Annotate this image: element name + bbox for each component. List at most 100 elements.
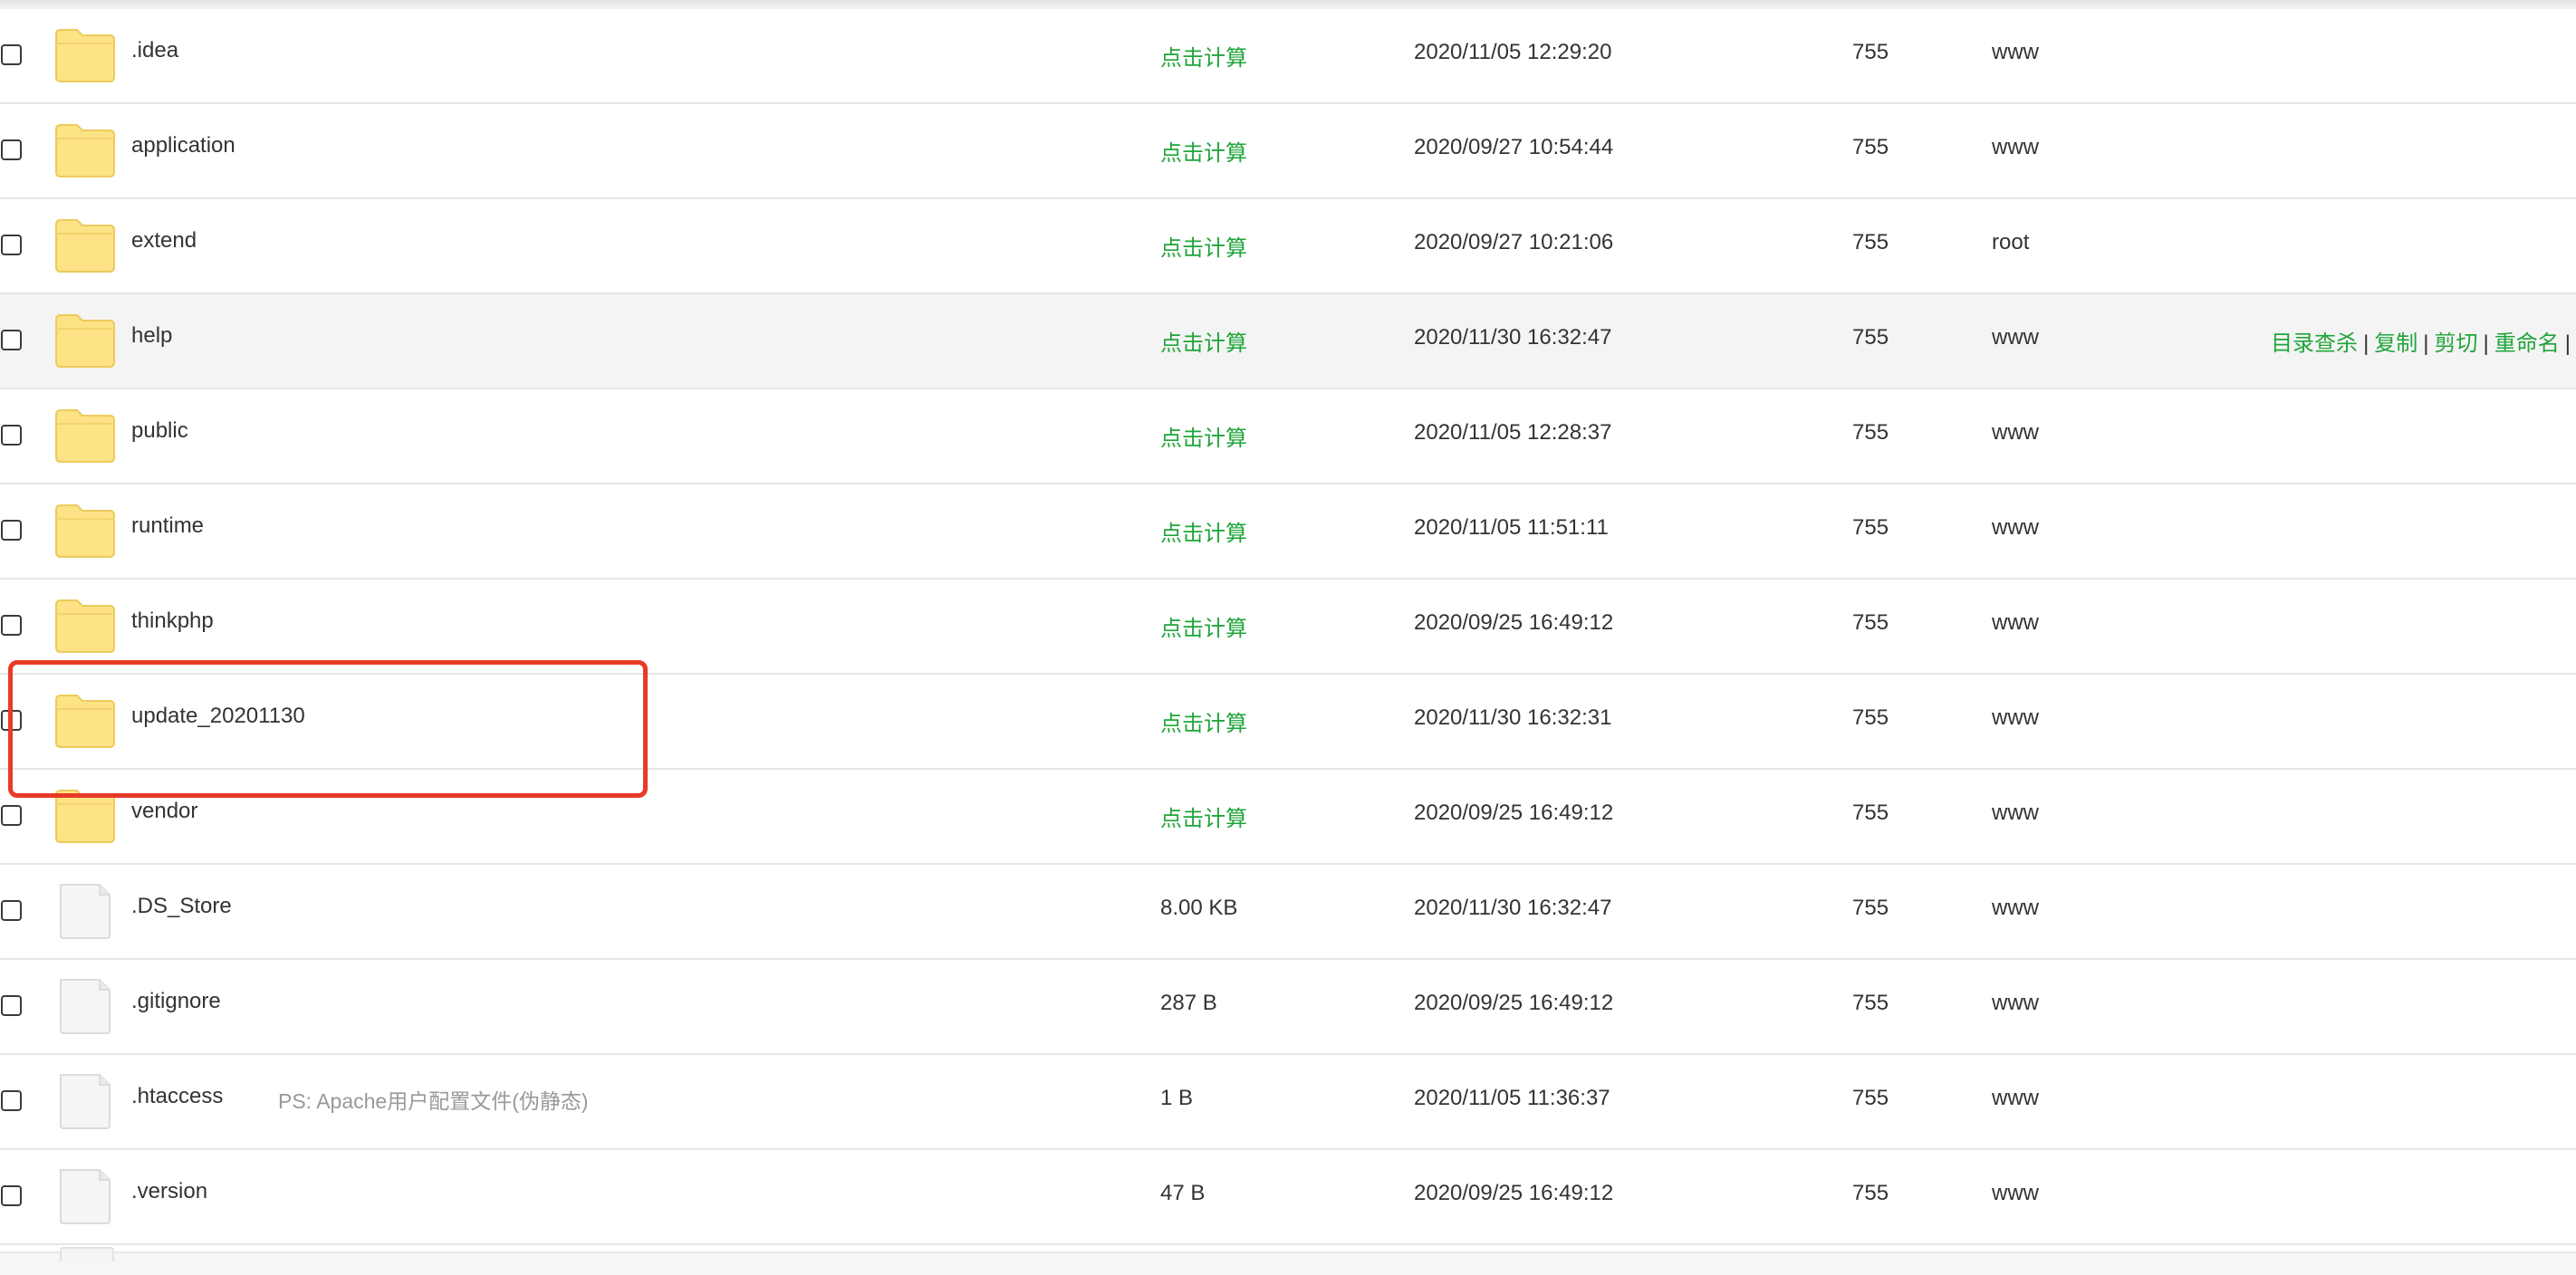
file-name[interactable]: update_20201130 [131, 704, 305, 729]
action-separator: | [2483, 331, 2489, 356]
permission: 755 [1852, 40, 1889, 64]
file-name[interactable]: runtime [131, 513, 204, 539]
row-checkbox[interactable] [1, 805, 22, 826]
file-row-htaccess[interactable]: .htaccess PS: Apache用户配置文件(伪静态) 1 B 2020/11… [0, 1055, 2576, 1150]
modified-time: 2020/11/05 11:36:37 [1414, 1086, 1610, 1110]
file-size: 47 B [1160, 1181, 1206, 1205]
file-size: 287 B [1160, 991, 1217, 1015]
file-row-ds-store[interactable]: .DS_Store 8.00 KB 2020/11/30 16:32:47 755 ww… [0, 865, 2576, 960]
row-actions: 目录查杀 | 复制 | 剪切 | 重命名 | [2271, 325, 2576, 357]
action-link[interactable]: 剪切 [2435, 331, 2478, 356]
calculate-size-link[interactable]: 点击计算 [1160, 40, 1247, 72]
file-row-help[interactable]: help 点击计算 2020/11/30 16:32:47 755 www 目录查杀 | 复制… [0, 294, 2576, 389]
row-checkbox[interactable] [1, 1185, 22, 1206]
permission: 755 [1852, 325, 1889, 350]
file-icon[interactable] [54, 1168, 116, 1224]
modified-time: 2020/09/25 16:49:12 [1414, 800, 1614, 825]
top-edge-strip [0, 0, 2576, 9]
folder-icon[interactable] [54, 122, 116, 178]
owner: www [1992, 991, 2039, 1015]
action-link[interactable]: 目录查杀 [2271, 331, 2358, 356]
file-row-vendor[interactable]: vendor 点击计算 2020/09/25 16:49:12 755 www [0, 770, 2576, 865]
file-name[interactable]: help [131, 323, 172, 349]
file-row-thinkphp[interactable]: thinkphp 点击计算 2020/09/25 16:49:12 755 www [0, 580, 2576, 675]
file-icon[interactable] [54, 883, 116, 939]
owner: www [1992, 135, 2039, 159]
folder-icon[interactable] [54, 598, 116, 654]
file-row-public[interactable]: public 点击计算 2020/11/05 12:28:37 755 www [0, 389, 2576, 484]
calculate-size-link[interactable]: 点击计算 [1160, 705, 1247, 737]
file-name[interactable]: thinkphp [131, 609, 214, 634]
modified-time: 2020/11/30 16:32:47 [1414, 896, 1612, 920]
owner: www [1992, 40, 2039, 64]
file-row-application[interactable]: application 点击计算 2020/09/27 10:54:44 755 www [0, 104, 2576, 199]
calculate-size-link[interactable]: 点击计算 [1160, 420, 1247, 452]
owner: www [1992, 610, 2039, 635]
folder-icon[interactable] [54, 503, 116, 559]
row-checkbox[interactable] [1, 520, 22, 541]
action-link[interactable]: 复制 [2374, 331, 2417, 356]
row-checkbox[interactable] [1, 44, 22, 65]
permission: 755 [1852, 420, 1889, 445]
modified-time: 2020/09/27 10:21:06 [1414, 230, 1614, 254]
row-checkbox[interactable] [1, 139, 22, 160]
modified-time: 2020/11/05 12:29:20 [1414, 40, 1612, 64]
owner: www [1992, 420, 2039, 445]
file-name[interactable]: .gitignore [131, 989, 221, 1014]
file-icon[interactable] [54, 978, 116, 1034]
permission: 755 [1852, 610, 1889, 635]
file-name[interactable]: .idea [131, 38, 178, 63]
permission: 755 [1852, 896, 1889, 920]
calculate-size-link[interactable]: 点击计算 [1160, 800, 1247, 832]
row-checkbox[interactable] [1, 900, 22, 921]
row-checkbox[interactable] [1, 425, 22, 446]
folder-icon[interactable] [54, 217, 116, 273]
permission: 755 [1852, 800, 1889, 825]
calculate-size-link[interactable]: 点击计算 [1160, 515, 1247, 547]
file-row-version[interactable]: .version 47 B 2020/09/25 16:49:12 755 www [0, 1150, 2576, 1245]
file-name[interactable]: application [131, 133, 235, 158]
calculate-size-link[interactable]: 点击计算 [1160, 230, 1247, 262]
row-checkbox[interactable] [1, 1090, 22, 1111]
row-checkbox[interactable] [1, 615, 22, 636]
file-row-runtime[interactable]: runtime 点击计算 2020/11/05 11:51:11 755 www [0, 484, 2576, 580]
file-name[interactable]: extend [131, 228, 197, 254]
file-name[interactable]: public [131, 418, 188, 444]
file-size: 1 B [1160, 1086, 1194, 1110]
modified-time: 2020/09/25 16:49:12 [1414, 610, 1614, 635]
permission: 755 [1852, 1181, 1889, 1205]
calculate-size-link[interactable]: 点击计算 [1160, 135, 1247, 167]
row-checkbox[interactable] [1, 235, 22, 255]
calculate-size-link[interactable]: 点击计算 [1160, 325, 1247, 357]
row-checkbox[interactable] [1, 995, 22, 1016]
action-separator: | [2423, 331, 2429, 356]
folder-icon[interactable] [54, 788, 116, 844]
bottom-edge-strip [0, 1251, 2576, 1275]
folder-icon[interactable] [54, 312, 116, 369]
file-row-idea[interactable]: .idea 点击计算 2020/11/05 12:29:20 755 www [0, 9, 2576, 104]
modified-time: 2020/09/25 16:49:12 [1414, 991, 1614, 1015]
owner: www [1992, 896, 2039, 920]
calculate-size-link[interactable]: 点击计算 [1160, 610, 1247, 642]
file-name[interactable]: .DS_Store [131, 894, 232, 919]
file-icon[interactable] [54, 1073, 116, 1129]
row-checkbox[interactable] [1, 710, 22, 731]
file-row-extend[interactable]: extend 点击计算 2020/09/27 10:21:06 755 root [0, 199, 2576, 294]
folder-icon[interactable] [54, 27, 116, 83]
file-list-table: .idea 点击计算 2020/11/05 12:29:20 755 www applic… [0, 9, 2576, 1245]
modified-time: 2020/11/30 16:32:47 [1414, 325, 1612, 350]
folder-icon[interactable] [54, 693, 116, 749]
file-name[interactable]: .htaccess [131, 1084, 223, 1109]
file-row-update-20201130[interactable]: update_20201130 点击计算 2020/11/30 16:32:31 75… [0, 675, 2576, 770]
file-size: 8.00 KB [1160, 896, 1238, 920]
file-row-gitignore[interactable]: .gitignore 287 B 2020/09/25 16:49:12 755 www [0, 960, 2576, 1055]
file-name[interactable]: .version [131, 1179, 207, 1204]
action-link[interactable]: 重命名 [2494, 331, 2560, 356]
file-name[interactable]: vendor [131, 799, 197, 824]
row-checkbox[interactable] [1, 330, 22, 350]
owner: root [1992, 230, 2030, 254]
file-note: PS: Apache用户配置文件(伪静态) [278, 1089, 589, 1113]
action-separator: | [2564, 331, 2571, 356]
folder-icon[interactable] [54, 407, 116, 464]
permission: 755 [1852, 515, 1889, 540]
